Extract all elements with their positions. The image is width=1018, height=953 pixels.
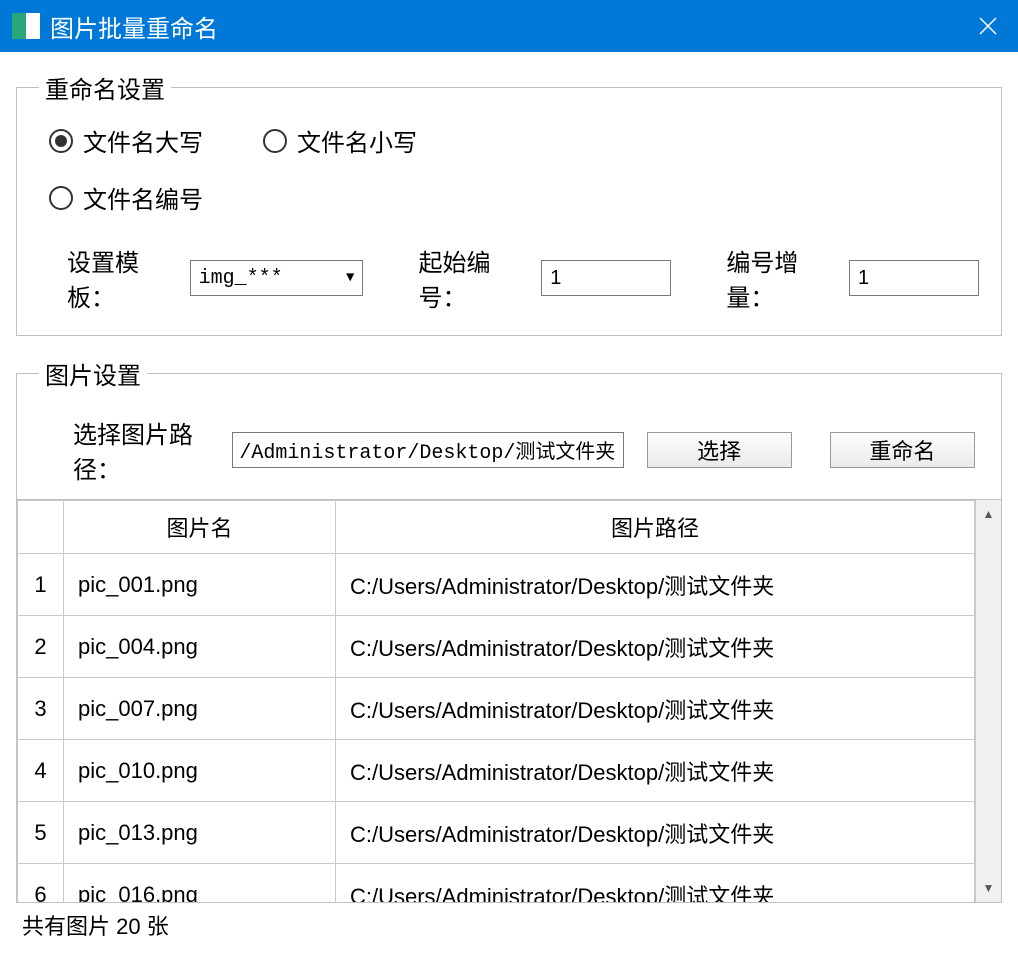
row-name: pic_010.png	[64, 740, 336, 802]
row-index: 5	[18, 802, 64, 864]
row-index: 3	[18, 678, 64, 740]
table-row[interactable]: 1pic_001.pngC:/Users/Administrator/Deskt…	[18, 554, 975, 616]
vertical-scrollbar[interactable]: ▲ ▼	[975, 500, 1001, 902]
radio-numbering[interactable]: 文件名编号	[49, 180, 203, 215]
row-name: pic_013.png	[64, 802, 336, 864]
rename-settings-legend: 重命名设置	[39, 70, 171, 105]
radio-lowercase-label: 文件名小写	[297, 123, 417, 158]
scroll-down-icon[interactable]: ▼	[979, 878, 999, 898]
start-number-label: 起始编号：	[419, 243, 528, 313]
row-index: 6	[18, 864, 64, 903]
template-label: 设置模板：	[67, 243, 176, 313]
row-path: C:/Users/Administrator/Desktop/测试文件夹	[336, 678, 975, 740]
row-index: 4	[18, 740, 64, 802]
radio-lowercase[interactable]: 文件名小写	[263, 123, 417, 158]
image-settings-legend: 图片设置	[39, 356, 147, 391]
images-table: 图片名 图片路径 1pic_001.pngC:/Users/Administra…	[17, 500, 975, 902]
rename-button[interactable]: 重命名	[830, 432, 975, 468]
path-label: 选择图片路径：	[73, 415, 232, 485]
window-title: 图片批量重命名	[50, 9, 218, 44]
radio-uppercase-label: 文件名大写	[83, 123, 203, 158]
table-row[interactable]: 6pic_016.pngC:/Users/Administrator/Deskt…	[18, 864, 975, 903]
row-path: C:/Users/Administrator/Desktop/测试文件夹	[336, 616, 975, 678]
chevron-down-icon: ▼	[346, 270, 354, 286]
start-number-input[interactable]	[541, 260, 671, 296]
table-row[interactable]: 3pic_007.pngC:/Users/Administrator/Deskt…	[18, 678, 975, 740]
scroll-up-icon[interactable]: ▲	[979, 504, 999, 524]
path-input[interactable]	[232, 432, 623, 468]
row-path: C:/Users/Administrator/Desktop/测试文件夹	[336, 554, 975, 616]
radio-uppercase[interactable]: 文件名大写	[49, 123, 203, 158]
radio-icon	[49, 129, 73, 153]
rename-settings-group: 重命名设置 文件名大写 文件名小写 文件名编号 设置模板：	[16, 70, 1002, 336]
step-number-label: 编号增量：	[726, 243, 835, 313]
row-name: pic_001.png	[64, 554, 336, 616]
titlebar: 图片批量重命名	[0, 0, 1018, 52]
radio-icon	[263, 129, 287, 153]
images-table-container: 图片名 图片路径 1pic_001.pngC:/Users/Administra…	[16, 499, 1002, 903]
choose-button[interactable]: 选择	[647, 432, 792, 468]
row-path: C:/Users/Administrator/Desktop/测试文件夹	[336, 740, 975, 802]
col-header-name: 图片名	[64, 501, 336, 554]
row-name: pic_004.png	[64, 616, 336, 678]
step-number-input[interactable]	[849, 260, 979, 296]
status-bar: 共有图片 20 张	[16, 903, 1002, 947]
col-header-path: 图片路径	[336, 501, 975, 554]
row-name: pic_016.png	[64, 864, 336, 903]
template-value: img_***	[199, 267, 283, 290]
row-path: C:/Users/Administrator/Desktop/测试文件夹	[336, 864, 975, 903]
app-icon	[12, 13, 40, 39]
row-index: 2	[18, 616, 64, 678]
table-row[interactable]: 5pic_013.pngC:/Users/Administrator/Deskt…	[18, 802, 975, 864]
template-combobox[interactable]: img_*** ▼	[190, 260, 364, 296]
radio-icon	[49, 186, 73, 210]
row-path: C:/Users/Administrator/Desktop/测试文件夹	[336, 802, 975, 864]
col-header-index	[18, 501, 64, 554]
close-button[interactable]	[958, 0, 1018, 52]
row-name: pic_007.png	[64, 678, 336, 740]
row-index: 1	[18, 554, 64, 616]
radio-numbering-label: 文件名编号	[83, 180, 203, 215]
table-row[interactable]: 4pic_010.pngC:/Users/Administrator/Deskt…	[18, 740, 975, 802]
close-icon	[978, 16, 998, 36]
table-row[interactable]: 2pic_004.pngC:/Users/Administrator/Deskt…	[18, 616, 975, 678]
image-settings-group: 图片设置 选择图片路径： 选择 重命名	[16, 356, 1002, 500]
